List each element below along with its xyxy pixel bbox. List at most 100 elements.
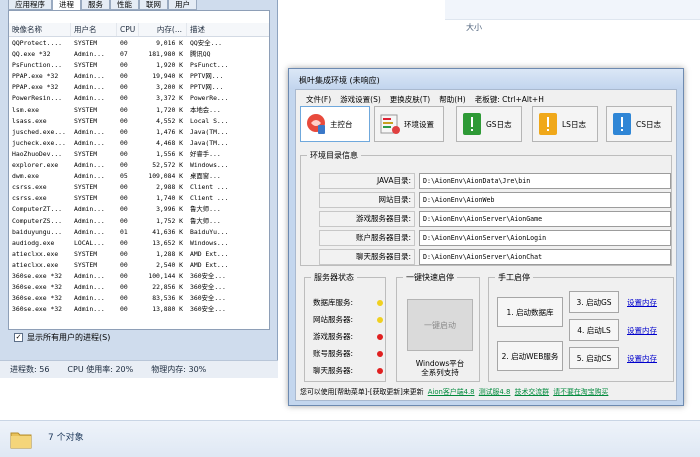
table-row[interactable]: 360se.exe *32 Admin... 00 13,880 K 360安全... (9, 304, 269, 315)
show-all-checkbox[interactable]: ✓ (14, 333, 23, 342)
column-memory[interactable]: 内存(... (139, 23, 187, 36)
table-row[interactable]: 360se.exe *32 Admin... 00 22,856 K 360安全... (9, 282, 269, 293)
cs-log-button[interactable]: CS日志 (606, 106, 672, 142)
ls-log-button[interactable]: LS日志 (532, 106, 598, 142)
process-image-name: ComputerZS... (12, 216, 63, 225)
tab-services[interactable]: 服务 (81, 0, 110, 10)
start-cs-button[interactable]: 5. 启动CS (569, 347, 619, 369)
process-user: Admin... (74, 83, 105, 92)
boss-key-hint: 老板键: Ctrl+Alt+H (474, 95, 544, 104)
table-row[interactable]: PsFunction... SYSTEM 00 1,920 K PsFunct... (9, 60, 269, 71)
table-row[interactable]: csrss.exe SYSTEM 00 1,740 K Client ... (9, 193, 269, 204)
start-ls-button[interactable]: 4. 启动LS (569, 319, 619, 341)
column-user-name[interactable]: 用户名 (71, 23, 117, 36)
table-row[interactable]: atieclxx.exe SYSTEM 00 1,288 K AMD Ext... (9, 249, 269, 260)
column-image-name[interactable]: 映像名称 (9, 23, 71, 36)
column-description[interactable]: 描述 (187, 23, 269, 36)
table-row[interactable]: QQProtect.... SYSTEM 00 9,016 K QQ安全... (9, 38, 269, 49)
login-dir-row: 账户服务器目录: D:\AionEnv\AionServer\AionLogin (319, 230, 671, 246)
table-row[interactable]: ComputerZT... Admin... 00 3,996 K 鲁大师... (9, 204, 269, 215)
menu-help[interactable]: 帮助(H) (439, 94, 466, 105)
table-row[interactable]: QQ.exe *32 Admin... 07 181,980 K 腾讯QQ (9, 49, 269, 60)
game-dir-field[interactable]: D:\AionEnv\AionServer\AionGame (419, 211, 671, 227)
tab-applications[interactable]: 应用程序 (8, 0, 52, 10)
process-image-name: QQProtect.... (12, 39, 63, 47)
table-row[interactable]: lsm.exe SYSTEM 00 1,720 K 本地会... (9, 105, 269, 116)
no-taobao-link[interactable]: 请不要在淘宝购买 (553, 388, 608, 396)
web-dir-field[interactable]: D:\AionEnv\AionWeb (419, 192, 671, 208)
table-row[interactable]: PowerResin... Admin... 00 3,372 K PowerRe... (9, 93, 269, 104)
menu-skin[interactable]: 更换皮肤(T) (390, 94, 430, 105)
process-image-name: ComputerZT... (12, 205, 63, 214)
explorer-status-bar (0, 420, 700, 457)
table-row[interactable]: csrss.exe SYSTEM 00 2,988 K Client ... (9, 182, 269, 193)
menu-file[interactable]: 文件(F) (306, 94, 331, 105)
process-description: QQ安全... (190, 39, 223, 47)
tab-processes[interactable]: 进程 (52, 0, 81, 10)
game-status-indicator (377, 333, 383, 340)
gs-log-label: GS日志 (486, 119, 512, 129)
process-cpu: 00 (120, 94, 128, 103)
process-memory: 1,752 K (156, 216, 183, 225)
process-cpu: 00 (120, 83, 128, 92)
process-user: SYSTEM (74, 149, 98, 158)
process-memory: 109,084 K (148, 172, 183, 181)
table-row[interactable]: jucheck.exe... Admin... 00 4,468 K Java(TM..… (9, 138, 269, 149)
table-row[interactable]: HaoZhuoDev... SYSTEM 00 1,556 K 好睿手... (9, 149, 269, 160)
show-all-processes[interactable]: ✓ 显示所有用户的进程(S) (14, 332, 110, 343)
table-row[interactable]: lsass.exe SYSTEM 00 4,552 K Local S... (9, 116, 269, 127)
start-db-button[interactable]: 1. 启动数据库 (497, 297, 563, 327)
process-image-name: QQ.exe *32 (12, 50, 51, 59)
table-row[interactable]: explorer.exe Admin... 00 52,572 K Windows... (9, 160, 269, 171)
gs-log-icon (463, 113, 481, 135)
process-memory: 22,856 K (152, 283, 183, 292)
chat-dir-field[interactable]: D:\AionEnv\AionServer\AionChat (419, 249, 671, 265)
table-row[interactable]: baiduyungu... Admin... 01 41,636 K BaiduYu..… (9, 227, 269, 238)
java-dir-field[interactable]: D:\AionEnv\AionData\Jre\bin (419, 173, 671, 189)
column-cpu[interactable]: CPU (117, 23, 139, 36)
start-web-button[interactable]: 2. 启动WEB服务 (497, 341, 563, 371)
table-row[interactable]: atieclxx.exe SYSTEM 00 2,540 K AMD Ext... (9, 260, 269, 271)
process-user: LOCAL... (74, 238, 105, 247)
cs-memory-link[interactable]: 设置内存 (627, 353, 657, 364)
one-click-start-button[interactable]: 一键启动 (407, 299, 473, 351)
table-row[interactable]: PPAP.exe *32 Admin... 00 3,200 K PPTV网... (9, 82, 269, 93)
table-row[interactable]: PPAP.exe *32 Admin... 00 19,940 K PPTV网... (9, 71, 269, 82)
console-button[interactable]: 主控台 (300, 106, 370, 142)
table-row[interactable]: dwm.exe Admin... 05 109,084 K 桌面窗... (9, 171, 269, 182)
ls-memory-link[interactable]: 设置内存 (627, 325, 657, 336)
process-list[interactable]: 映像名称 用户名 CPU 内存(... 描述 QQProtect.... SYST… (8, 10, 270, 330)
process-description: BaiduYu... (190, 227, 229, 236)
object-count: 7 个对象 (48, 433, 84, 443)
gs-log-button[interactable]: GS日志 (456, 106, 522, 142)
table-row[interactable]: jusched.exe... Admin... 00 1,476 K Java(TM..… (9, 127, 269, 138)
process-user: Admin... (74, 205, 105, 214)
login-dir-field[interactable]: D:\AionEnv\AionServer\AionLogin (419, 230, 671, 246)
aion-title-bar[interactable]: 枫叶集成环境 (未响应) (289, 69, 683, 89)
process-image-name: csrss.exe (12, 183, 47, 192)
table-row[interactable]: 360se.exe *32 Admin... 00 100,144 K 360安全... (9, 271, 269, 282)
tab-users[interactable]: 用户 (168, 0, 197, 10)
process-cpu: 00 (120, 271, 128, 280)
client-link[interactable]: Aion客户端4.8 (428, 388, 475, 396)
gs-memory-link[interactable]: 设置内存 (627, 297, 657, 308)
process-memory: 3,200 K (156, 83, 183, 92)
tab-networking[interactable]: 联网 (139, 0, 168, 10)
table-row[interactable]: audiodg.exe LOCAL... 00 13,652 K Windows... (9, 238, 269, 249)
process-description: PsFunct... (190, 61, 229, 70)
test-server-link[interactable]: 测试服4.8 (479, 388, 511, 396)
menu-game-settings[interactable]: 游戏设置(S) (340, 94, 381, 105)
tech-group-link[interactable]: 技术交流群 (515, 388, 549, 396)
tab-performance[interactable]: 性能 (110, 0, 139, 10)
process-description: 360安全... (190, 294, 226, 303)
console-icon (307, 114, 325, 134)
explorer-column-header (445, 0, 700, 20)
size-column-header[interactable]: 大小 (466, 22, 482, 33)
env-settings-button[interactable]: 环境设置 (374, 106, 444, 142)
table-row[interactable]: ComputerZS... Admin... 00 1,752 K 鲁大师... (9, 216, 269, 227)
process-description: 鲁大师... (190, 205, 221, 214)
start-gs-button[interactable]: 3. 启动GS (569, 291, 619, 313)
ls-log-icon (539, 113, 557, 135)
process-cpu: 00 (120, 260, 128, 269)
table-row[interactable]: 360se.exe *32 Admin... 00 83,536 K 360安全... (9, 293, 269, 304)
